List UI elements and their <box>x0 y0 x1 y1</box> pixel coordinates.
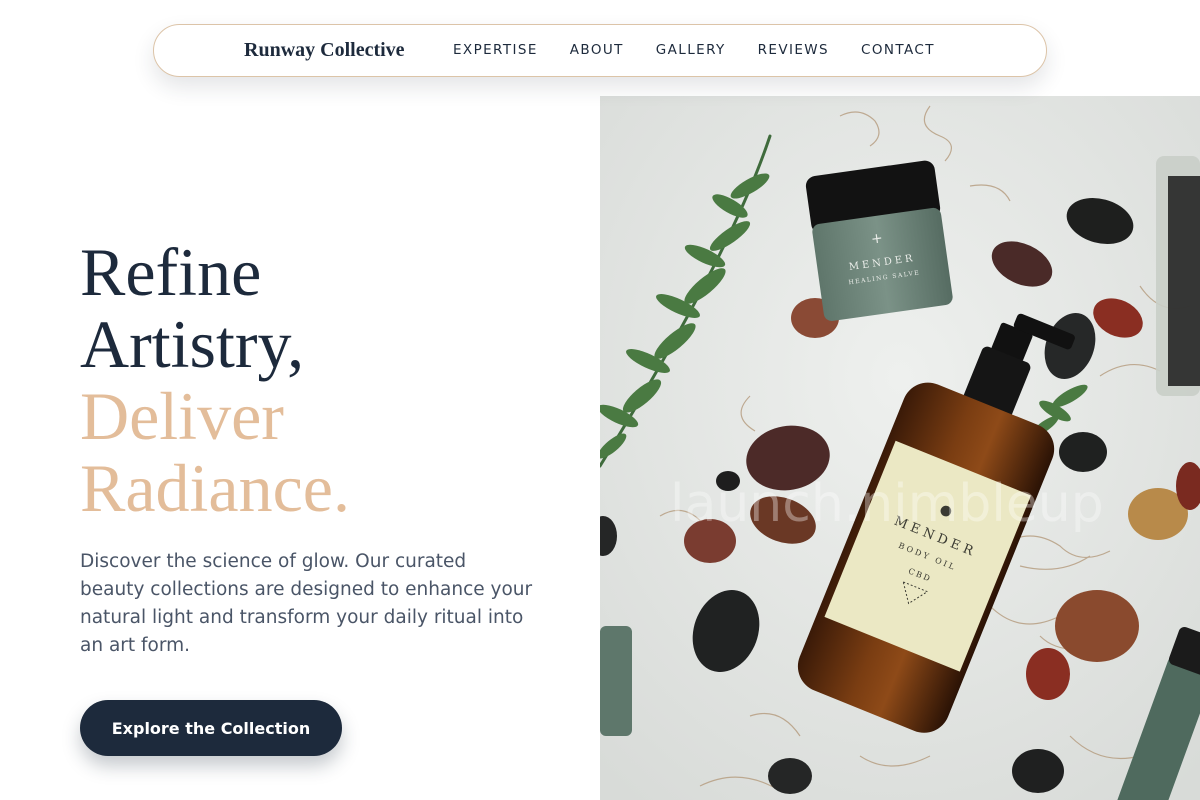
hero-product-image: + MENDER HEALING SALVE ● MENDER BODY OIL… <box>600 96 1200 800</box>
nav-link-gallery[interactable]: GALLERY <box>656 42 726 58</box>
headline-line-3: Deliver <box>80 378 284 454</box>
headline-line-2: Artistry, <box>80 306 305 382</box>
explore-collection-button[interactable]: Explore the Collection <box>80 700 342 756</box>
headline-line-4: Radiance. <box>80 450 350 526</box>
top-nav: Runway Collective EXPERTISE ABOUT GALLER… <box>153 24 1047 77</box>
hero-description: Discover the science of glow. Our curate… <box>80 551 533 656</box>
brand-logo[interactable]: Runway Collective <box>244 39 405 62</box>
nav-link-contact[interactable]: CONTACT <box>861 42 935 58</box>
nav-link-reviews[interactable]: REVIEWS <box>758 42 829 58</box>
image-watermark: launch.nimbleup <box>670 474 1104 534</box>
hero-headline: Refine Artistry, Deliver Radiance. <box>80 236 350 524</box>
headline-line-1: Refine <box>80 234 262 310</box>
nav-link-expertise[interactable]: EXPERTISE <box>453 42 538 58</box>
nav-link-about[interactable]: ABOUT <box>570 42 624 58</box>
nav-links: EXPERTISE ABOUT GALLERY REVIEWS CONTACT <box>453 42 967 58</box>
svg-text:+: + <box>870 230 884 247</box>
